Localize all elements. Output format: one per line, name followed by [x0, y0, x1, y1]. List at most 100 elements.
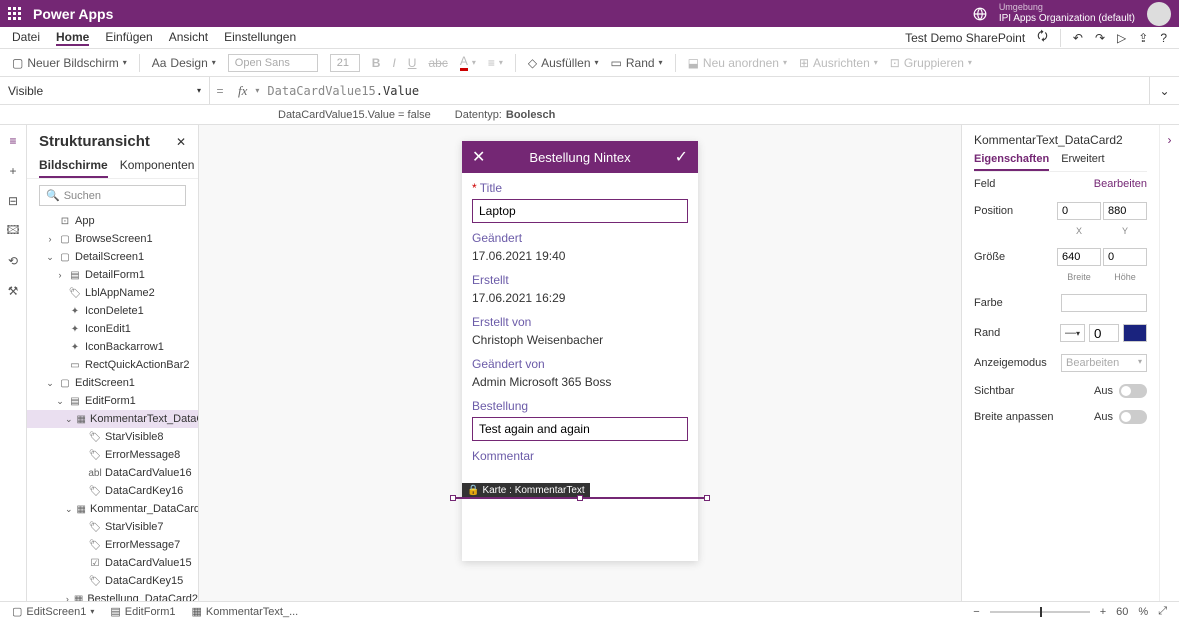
rp-size-h[interactable] [1103, 248, 1147, 266]
tree-node-rectquick[interactable]: ▭RectQuickActionBar2 [27, 356, 198, 374]
insert-icon[interactable]: + [5, 163, 21, 179]
align-obj-button[interactable]: ⊞ Ausrichten ▾ [799, 56, 878, 70]
bestellung-label: Bestellung [472, 399, 688, 413]
title-label: Title [472, 181, 688, 195]
rp-size-w[interactable] [1057, 248, 1101, 266]
strike-button[interactable]: abc [428, 56, 447, 70]
phone-preview: ✕ Bestellung Nintex ✓ Title Geändert 17.… [462, 141, 698, 561]
save-icon[interactable]: 🗘 [1037, 27, 1048, 48]
createdby-label: Erstellt von [472, 315, 688, 329]
property-select[interactable]: Visible▾ [0, 77, 210, 104]
close-tree-icon[interactable]: ✕ [176, 135, 186, 149]
expand-formula-icon[interactable]: ⌄ [1149, 77, 1179, 104]
rp-width-toggle[interactable] [1119, 410, 1147, 424]
phone-submit-icon[interactable]: ✓ [675, 147, 688, 167]
fill-button[interactable]: ◇ Ausfüllen ▾ [528, 56, 599, 70]
tree-node-detailscreen[interactable]: ⌄▢DetailScreen1 [27, 248, 198, 266]
tree-node-errmsg7[interactable]: 🏷ErrorMessage7 [27, 536, 198, 554]
font-select[interactable]: Open Sans [228, 54, 318, 72]
tree-node-dckey16[interactable]: 🏷DataCardKey16 [27, 482, 198, 500]
tree-view-icon[interactable]: ≡ [5, 133, 21, 149]
media-icon[interactable]: 🖾 [5, 223, 21, 239]
tree-node-app[interactable]: ⊡App [27, 212, 198, 230]
crumb-kommtext[interactable]: ▦ KommentarText_... [192, 605, 299, 618]
rp-pos-x[interactable] [1057, 202, 1101, 220]
title-input[interactable] [472, 199, 688, 223]
formula-input[interactable]: fx▾ DataCardValue15.Value [230, 77, 1149, 104]
tree-node-detailform[interactable]: ›▤DetailForm1 [27, 266, 198, 284]
menu-datei[interactable]: Datei [12, 30, 40, 46]
bold-button[interactable]: B [372, 56, 381, 70]
user-avatar[interactable] [1147, 2, 1171, 26]
canvas[interactable]: ✕ Bestellung Nintex ✓ Title Geändert 17.… [199, 125, 961, 601]
environment-info[interactable]: Umgebung IPI Apps Organization (default) [999, 3, 1135, 24]
crumb-editform[interactable]: ▤ EditForm1 [110, 605, 175, 618]
bestellung-input[interactable] [472, 417, 688, 441]
redo-icon[interactable]: ↷ [1095, 31, 1105, 45]
zoom-in-icon[interactable]: + [1100, 606, 1106, 618]
tree-node-dcval16[interactable]: ablDataCardValue16 [27, 464, 198, 482]
rp-border-width[interactable] [1089, 324, 1119, 342]
underline-button[interactable]: U [408, 56, 417, 70]
tree-node-kommdc[interactable]: ⌄▦Kommentar_DataCard2 [27, 500, 198, 518]
rp-tab-advanced[interactable]: Erweitert [1061, 153, 1104, 171]
tree-node-editform[interactable]: ⌄▤EditForm1 [27, 392, 198, 410]
tree-node-starvis7[interactable]: 🏷StarVisible7 [27, 518, 198, 536]
data-icon[interactable]: ⊟ [5, 193, 21, 209]
fullscreen-icon[interactable]: ⤢ [1158, 605, 1167, 618]
tree-node-lblapp[interactable]: 🏷LblAppName2 [27, 284, 198, 302]
help-icon[interactable]: ? [1160, 31, 1167, 45]
tree-node-dckey15[interactable]: 🏷DataCardKey15 [27, 572, 198, 590]
rp-visible-toggle[interactable] [1119, 384, 1147, 398]
tools-icon[interactable]: ⚒ [5, 283, 21, 299]
collapse-right-panel-icon[interactable]: › [1159, 125, 1179, 601]
tree-node-browse[interactable]: ›▢BrowseScreen1 [27, 230, 198, 248]
rp-position-label: Position [974, 205, 1013, 217]
rp-border-color[interactable] [1123, 324, 1147, 342]
new-screen-button[interactable]: ▢ Neuer Bildschirm ▾ [12, 56, 127, 70]
border-button[interactable]: ▭ Rand ▾ [611, 56, 663, 70]
phone-close-icon[interactable]: ✕ [472, 147, 485, 167]
tree-search-input[interactable]: 🔍 Suchen [39, 185, 186, 206]
tree-node-editscreen[interactable]: ⌄▢EditScreen1 [27, 374, 198, 392]
menu-ansicht[interactable]: Ansicht [169, 30, 208, 46]
zoom-slider[interactable] [990, 611, 1090, 613]
tree-node-dcval15[interactable]: ☑DataCardValue15 [27, 554, 198, 572]
menu-home[interactable]: Home [56, 30, 89, 46]
tree-node-starvis8[interactable]: 🏷StarVisible8 [27, 428, 198, 446]
tab-komponenten[interactable]: Komponenten [120, 158, 195, 178]
undo-icon[interactable]: ↶ [1073, 31, 1083, 45]
rp-border-style[interactable]: — ▾ [1060, 324, 1085, 342]
italic-button[interactable]: I [392, 56, 395, 70]
crumb-editscreen[interactable]: ▢ EditScreen1 ▾ [12, 605, 94, 618]
rp-color-picker[interactable] [1061, 294, 1147, 312]
reorder-button[interactable]: ⬓ Neu anordnen ▾ [688, 56, 787, 70]
tree-node-icondelete[interactable]: ✦IconDelete1 [27, 302, 198, 320]
share-icon[interactable]: ⇪ [1138, 31, 1148, 45]
zoom-out-icon[interactable]: − [973, 606, 979, 618]
created-label: Erstellt [472, 273, 688, 287]
group-button[interactable]: ⊡ Gruppieren ▾ [890, 56, 972, 70]
modified-value: 17.06.2021 19:40 [472, 249, 688, 263]
menu-einstellungen[interactable]: Einstellungen [224, 30, 296, 46]
rp-pos-y[interactable] [1103, 202, 1147, 220]
design-button[interactable]: Aa Design ▾ [152, 56, 216, 70]
tree-node-bestell[interactable]: ›▦Bestellung_DataCard2 [27, 590, 198, 601]
font-size-select[interactable]: 21 [330, 54, 360, 72]
rp-tab-properties[interactable]: Eigenschaften [974, 153, 1049, 171]
align-button[interactable]: ≡▾ [488, 56, 503, 70]
rp-display-select[interactable]: Bearbeiten ▾ [1061, 354, 1147, 372]
waffle-icon[interactable] [8, 7, 21, 20]
flow-icon[interactable]: ⟲ [5, 253, 21, 269]
font-color-button[interactable]: A▾ [460, 54, 476, 71]
tree-node-iconedit[interactable]: ✦IconEdit1 [27, 320, 198, 338]
menu-einfuegen[interactable]: Einfügen [105, 30, 152, 46]
tree-node-kommtext[interactable]: ⌄▦KommentarText_DataCard2⋯ [27, 410, 198, 428]
tree-node-iconback[interactable]: ✦IconBackarrow1 [27, 338, 198, 356]
menubar: Datei Home Einfügen Ansicht Einstellunge… [0, 27, 1179, 49]
rp-edit-link[interactable]: Bearbeiten [1094, 178, 1147, 190]
tree-node-errmsg8[interactable]: 🏷ErrorMessage8 [27, 446, 198, 464]
tab-bildschirme[interactable]: Bildschirme [39, 158, 108, 178]
play-icon[interactable]: ▷ [1117, 31, 1126, 45]
kommentar-label: Kommentar [472, 449, 688, 463]
